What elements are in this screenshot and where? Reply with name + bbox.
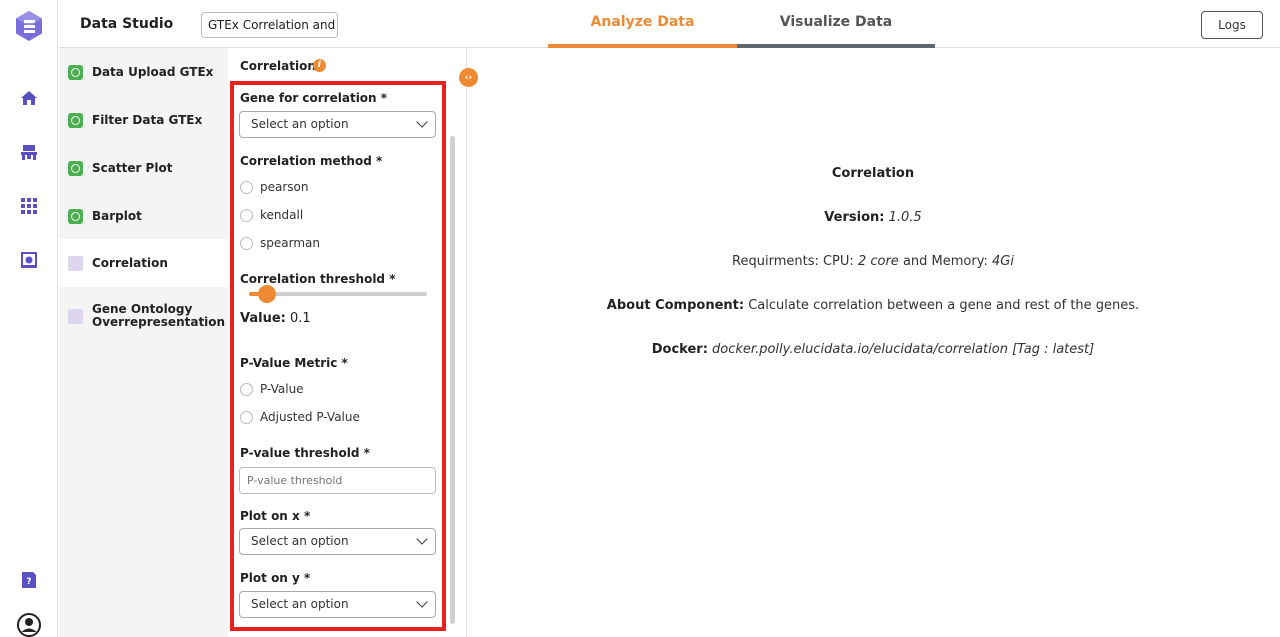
- step-correlation[interactable]: Correlation: [59, 239, 228, 287]
- apps-grid-icon[interactable]: [19, 196, 39, 216]
- step-label: Scatter Plot: [92, 160, 173, 175]
- component-requirements: Requirments: CPU: 2 core and Memory: 4Gi: [732, 254, 1014, 269]
- step-label: Filter Data GTEx: [92, 112, 203, 127]
- logo-icon[interactable]: [16, 11, 42, 41]
- step-label: Barplot: [92, 208, 142, 223]
- step-gene-ontology[interactable]: Gene Ontology Overrepresentation: [59, 292, 228, 340]
- highlight-frame: [230, 81, 446, 631]
- top-header: Data Studio GTEx Correlation and Analyze…: [59, 0, 1280, 48]
- check-icon: [68, 160, 83, 176]
- app-root: ? Data Studio GTEx Correlation and Analy…: [0, 0, 1280, 637]
- workflow-steps: Data Upload GTEx Filter Data GTEx Scatte…: [59, 48, 228, 637]
- info-icon[interactable]: i: [313, 59, 326, 72]
- workspace-icon[interactable]: [19, 142, 39, 162]
- component-about: About Component: Calculate correlation b…: [606, 298, 1140, 313]
- pending-box-icon: [68, 255, 83, 271]
- step-scatter-plot[interactable]: Scatter Plot: [59, 144, 228, 192]
- check-icon: [68, 64, 83, 80]
- user-icon[interactable]: [17, 613, 41, 637]
- help-doc-icon[interactable]: ?: [19, 570, 39, 590]
- project-name-field[interactable]: GTEx Correlation and: [201, 12, 338, 38]
- pending-box-icon: [68, 308, 83, 324]
- component-name: Correlation: [831, 166, 915, 181]
- step-data-upload-gtex[interactable]: Data Upload GTEx: [59, 48, 228, 96]
- component-docker: Docker: docker.polly.elucidata.io/elucid…: [651, 342, 1095, 357]
- logs-button[interactable]: Logs: [1201, 11, 1263, 39]
- step-label: Data Upload GTEx: [92, 64, 214, 79]
- svg-text:?: ?: [26, 577, 31, 587]
- left-rail: ?: [0, 0, 58, 637]
- step-barplot[interactable]: Barplot: [59, 192, 228, 240]
- app-title: Data Studio: [80, 16, 174, 32]
- parameter-panel: Correlation i Gene for correlation * Sel…: [228, 48, 467, 637]
- dataset-icon[interactable]: [19, 250, 39, 270]
- home-icon[interactable]: [19, 88, 39, 108]
- panel-scrollbar[interactable]: [450, 136, 455, 624]
- step-filter-data-gtex[interactable]: Filter Data GTEx: [59, 96, 228, 144]
- panel-title: Correlation: [240, 59, 316, 73]
- tab-analyze-data[interactable]: Analyze Data: [548, 0, 737, 48]
- check-icon: [68, 112, 83, 128]
- step-label: Correlation: [92, 255, 168, 270]
- check-icon: [68, 208, 83, 224]
- component-info: Correlation Version: 1.0.5 Requirments: …: [468, 48, 1280, 637]
- component-version: Version: 1.0.5: [824, 210, 922, 225]
- step-label: Gene Ontology Overrepresentation: [92, 302, 226, 329]
- tab-visualize-data[interactable]: Visualize Data: [737, 0, 935, 48]
